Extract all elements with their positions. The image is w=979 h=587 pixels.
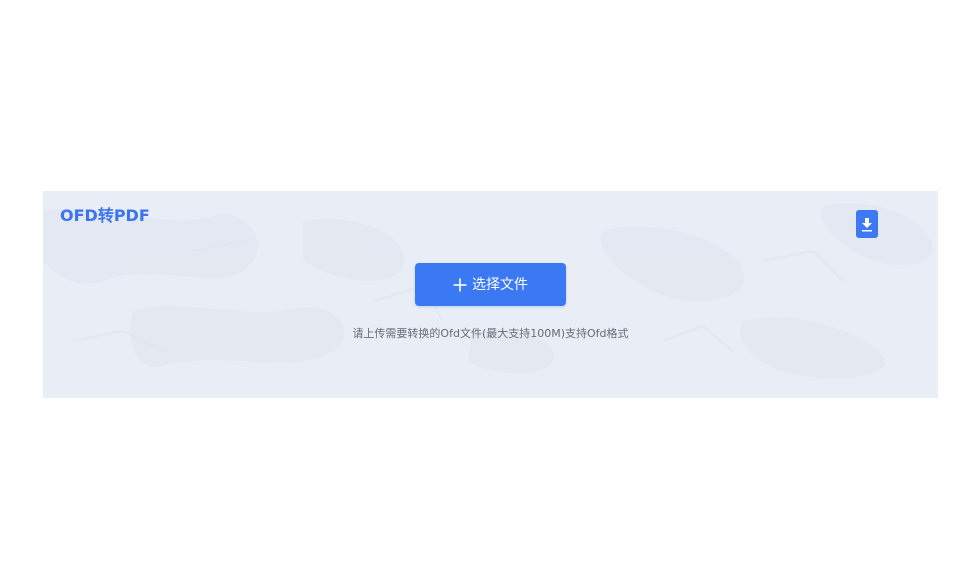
page-title: OFD转PDF — [60, 206, 150, 225]
upload-panel: OFD转PDF 选择文件 请上传需要转换的Ofd文件(最大支持100M)支持Of… — [43, 191, 938, 398]
page: OFD转PDF 选择文件 请上传需要转换的Ofd文件(最大支持100M)支持Of… — [0, 0, 979, 587]
plus-icon — [453, 278, 467, 291]
download-button[interactable] — [856, 210, 878, 238]
select-file-label: 选择文件 — [472, 276, 528, 293]
download-icon — [862, 218, 872, 232]
upload-hint: 请上传需要转换的Ofd文件(最大支持100M)支持Ofd格式 — [352, 327, 629, 340]
select-file-button[interactable]: 选择文件 — [415, 263, 566, 306]
